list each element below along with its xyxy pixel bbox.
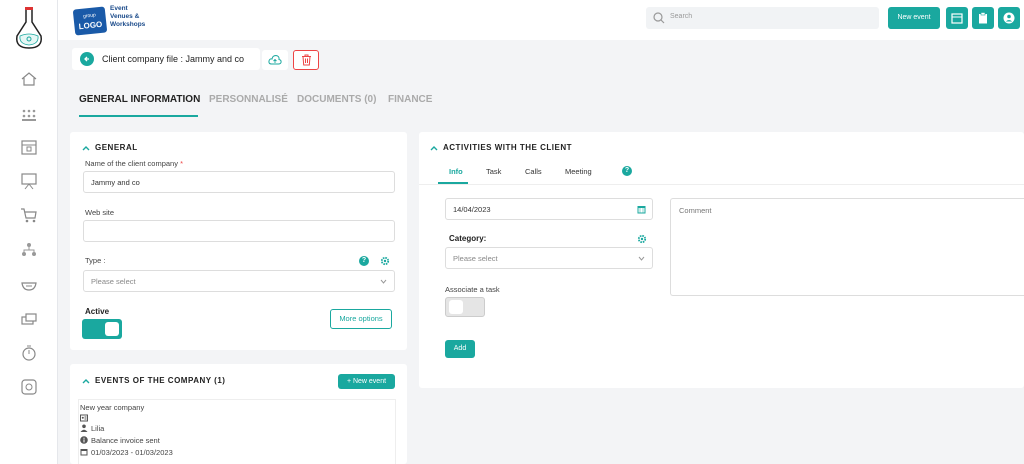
home-icon[interactable] [20,70,38,88]
category-select[interactable]: Please select [445,247,653,269]
team-icon[interactable] [20,106,38,124]
event-name-link[interactable]: New year company [80,403,144,412]
search-placeholder: Search [670,13,693,20]
info-icon [80,436,88,444]
chevron-up-icon[interactable] [82,378,90,384]
chevron-up-icon[interactable] [82,145,90,151]
settings-check-icon[interactable] [20,378,38,396]
type-placeholder: Please select [91,277,136,286]
id-card-icon [80,414,88,422]
event-person-row: Lilia [80,424,104,433]
search-input[interactable]: Search [646,7,879,29]
tab-divider [419,184,1024,185]
tab-personnalise[interactable]: PERSONNALISÉ [209,94,288,105]
delete-button[interactable] [293,50,319,70]
general-section-title: GENERAL [95,143,138,152]
gear-icon[interactable] [637,234,647,244]
top-bar: group LOGO Event Venues & Workshops Search … [58,0,1024,40]
event-dates: 01/03/2023 - 01/03/2023 [91,448,173,457]
new-event-button[interactable]: + New event [338,374,395,389]
flask-logo-icon[interactable] [14,6,44,50]
money-icon[interactable] [20,310,38,328]
tab-general-information[interactable]: GENERAL INFORMATION [79,94,200,105]
tab-documents[interactable]: DOCUMENTS (0) [297,94,376,105]
calendar-button[interactable] [946,7,968,29]
general-card: GENERAL Name of the client company * Jam… [70,132,407,350]
comment-textarea[interactable]: Comment [670,198,1024,296]
tab-finance[interactable]: FINANCE [388,94,432,105]
event-dates-row: 01/03/2023 - 01/03/2023 [80,448,173,457]
catering-icon[interactable] [20,276,38,294]
help-icon[interactable]: ? [359,256,369,266]
activity-tab-calls[interactable]: Calls [525,167,542,176]
chevron-up-icon[interactable] [430,145,438,151]
new-event-button[interactable]: New event [888,7,940,29]
activity-tab-meeting[interactable]: Meeting [565,167,592,176]
active-tab-indicator [79,115,198,117]
cloud-upload-icon [268,54,282,65]
website-label: Web site [85,208,115,217]
gear-icon[interactable] [380,256,390,266]
hierarchy-icon[interactable] [20,241,38,259]
calendar-icon [80,449,88,456]
event-status-row: Balance invoice sent [80,436,160,445]
brand-logo[interactable]: group LOGO Event Venues & Workshops [72,4,174,38]
clipboard-button[interactable] [972,7,994,29]
add-button[interactable]: Add [445,340,475,358]
brand-text: Event Venues & Workshops [110,5,146,28]
activity-tab-task[interactable]: Task [486,167,501,176]
type-label: Type : [85,256,106,265]
company-name-value: Jammy and co [91,178,140,187]
event-status: Balance invoice sent [91,436,160,445]
type-select[interactable]: Please select [83,270,395,292]
company-name-field[interactable]: Jammy and co [83,171,395,193]
timer-icon[interactable] [20,344,38,362]
company-name-label: Name of the client company * [85,159,183,168]
comment-placeholder: Comment [679,206,712,215]
search-icon [653,12,665,24]
help-icon[interactable]: ? [622,166,632,176]
calendar-icon[interactable] [20,138,38,156]
toggle-knob [105,322,119,336]
activities-card: ACTIVITIES WITH THE CLIENT Info Task Cal… [419,132,1024,388]
category-placeholder: Please select [453,254,498,263]
event-card-row [80,414,91,423]
back-button[interactable] [80,52,94,66]
category-label: Category: [449,234,487,243]
toggle-knob [449,300,463,314]
user-icon [80,424,88,432]
events-section-title: EVENTS OF THE COMPANY (1) [95,376,226,385]
activity-tab-info[interactable]: Info [449,167,463,176]
presentation-icon[interactable] [20,172,38,190]
activity-date-field[interactable]: 14/04/2023 [445,198,653,220]
website-field[interactable] [83,220,395,242]
cart-icon[interactable] [20,206,38,224]
trash-icon [302,54,311,66]
page-title: Client company file : Jammy and co [102,54,245,64]
activity-date-value: 14/04/2023 [453,205,491,214]
active-toggle[interactable] [82,319,122,339]
arrow-left-icon [84,56,89,62]
client-file-header: Client company file : Jammy and co [72,48,260,70]
brand-badge: group LOGO [72,6,108,36]
active-label: Active [85,307,110,316]
associate-task-label: Associate a task [445,285,500,294]
chevron-down-icon [380,279,387,284]
calendar-icon [951,13,963,24]
clipboard-icon [979,12,987,24]
account-button[interactable] [998,7,1020,29]
event-person: Lilia [91,424,105,433]
sidebar [0,0,58,464]
calendar-icon[interactable] [637,205,646,214]
user-icon [1003,12,1015,24]
associate-task-toggle[interactable] [445,297,485,317]
activities-section-title: ACTIVITIES WITH THE CLIENT [443,143,572,152]
cloud-upload-button[interactable] [262,50,288,70]
more-options-button[interactable]: More options [330,309,392,329]
chevron-down-icon [638,256,645,261]
